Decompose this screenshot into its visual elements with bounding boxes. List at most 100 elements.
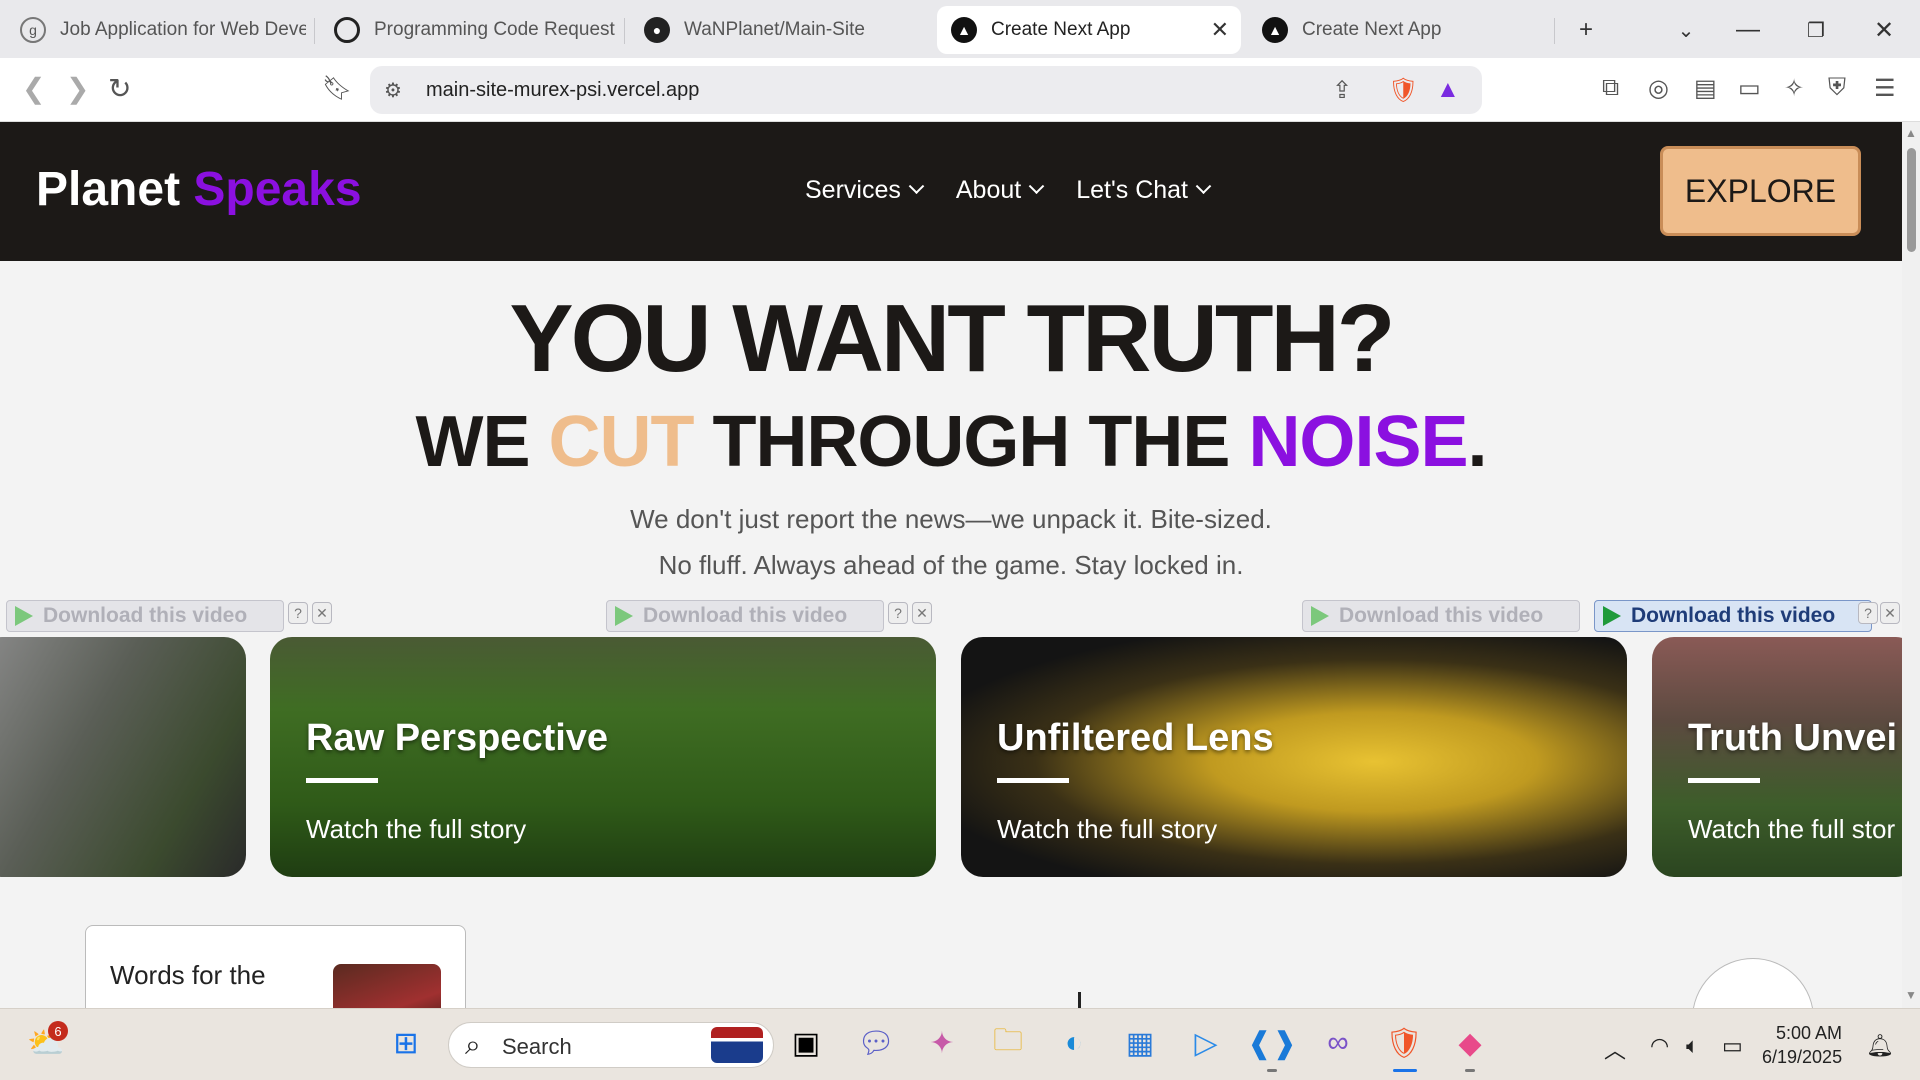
card-underline bbox=[1688, 778, 1760, 783]
media-player-icon[interactable]: ▷ bbox=[1186, 1023, 1226, 1063]
sparkle-icon[interactable]: ✧ bbox=[1784, 74, 1804, 103]
video-card-raw-perspective[interactable]: Raw Perspective Watch the full story bbox=[270, 637, 936, 877]
tab-title: Create Next App bbox=[1302, 19, 1442, 40]
video-card-unfiltered-lens[interactable]: Unfiltered Lens Watch the full story bbox=[961, 637, 1627, 877]
download-help-icon[interactable]: ? bbox=[888, 602, 908, 624]
search-label: Search bbox=[502, 1034, 572, 1059]
brave-browser-icon[interactable]: 🛡︎ bbox=[1384, 1023, 1424, 1063]
notification-bell-icon[interactable]: 🔔︎ bbox=[1866, 1033, 1894, 1059]
restore-icon[interactable]: ❐ bbox=[1796, 8, 1836, 52]
gemini-icon: g bbox=[20, 17, 46, 43]
new-tab-icon[interactable]: + bbox=[1566, 8, 1606, 52]
menu-icon[interactable]: ☰ bbox=[1874, 74, 1896, 103]
nav-services[interactable]: Services bbox=[805, 176, 925, 205]
microsoft-store-icon[interactable]: ▦ bbox=[1120, 1023, 1160, 1063]
download-close-icon[interactable]: ✕ bbox=[312, 602, 332, 624]
download-video-bar[interactable]: Download this video bbox=[1302, 600, 1580, 632]
download-close-icon[interactable]: ✕ bbox=[912, 602, 932, 624]
video-card-partial-left[interactable] bbox=[0, 637, 246, 877]
scroll-thumb[interactable] bbox=[1907, 148, 1916, 252]
download-close-icon[interactable]: ✕ bbox=[1880, 602, 1900, 624]
sidebar-icon[interactable]: ▤ bbox=[1694, 74, 1717, 103]
bookmark-icon[interactable]: 🔖︎ bbox=[322, 72, 352, 106]
wifi-icon[interactable]: ◠ bbox=[1650, 1033, 1669, 1059]
extensions-icon[interactable]: ⧉ bbox=[1602, 74, 1619, 102]
card-title: Unfiltered Lens bbox=[997, 717, 1274, 759]
file-explorer-icon[interactable]: 🗀 bbox=[988, 1023, 1028, 1063]
show-hidden-icons-chevron-icon[interactable]: ︿ bbox=[1604, 1033, 1626, 1065]
tab-programming-code-request[interactable]: Programming Code Request bbox=[320, 6, 620, 54]
article-card[interactable]: Words for the bbox=[85, 925, 466, 1008]
logo-word-2: Speaks bbox=[193, 163, 362, 216]
download-help-icon[interactable]: ? bbox=[288, 602, 308, 624]
copilot-icon[interactable]: ✦ bbox=[922, 1023, 962, 1063]
colorful-app-icon[interactable]: ◆ bbox=[1450, 1023, 1490, 1063]
main-nav: Services About Let's Chat bbox=[805, 176, 1212, 205]
leo-ai-icon[interactable]: ◎ bbox=[1648, 74, 1669, 103]
hero-text: WE bbox=[415, 402, 549, 482]
play-icon bbox=[1311, 606, 1329, 626]
brave-shields-icon[interactable]: 🛡︎ bbox=[1388, 76, 1418, 105]
running-indicator bbox=[1465, 1069, 1475, 1072]
wallet-icon[interactable]: ▭ bbox=[1738, 74, 1761, 103]
site-settings-icon[interactable]: ⚙︎ bbox=[384, 78, 402, 103]
visual-studio-icon[interactable]: ∞ bbox=[1318, 1023, 1358, 1063]
vpn-icon[interactable]: ⛨ bbox=[1828, 74, 1846, 102]
hero-text: THROUGH THE bbox=[693, 402, 1249, 482]
brave-rewards-icon[interactable]: ▲ bbox=[1436, 76, 1460, 104]
windows-start-icon[interactable]: ⊞ bbox=[386, 1023, 426, 1063]
battery-icon[interactable]: ▭ bbox=[1722, 1033, 1743, 1059]
share-icon[interactable]: ⇪ bbox=[1332, 76, 1352, 105]
nav-about[interactable]: About bbox=[956, 176, 1045, 205]
download-help-icon[interactable]: ? bbox=[1858, 602, 1878, 624]
browser-tab-bar: g Job Application for Web Deve Programmi… bbox=[0, 0, 1920, 58]
download-label: Download this video bbox=[1631, 604, 1836, 627]
site-header: Planet Speaks Services About Let's Chat … bbox=[0, 122, 1902, 261]
scroll-down-arrow-icon[interactable]: ▼ bbox=[1905, 988, 1917, 1002]
vscode-icon[interactable]: ❰❱ bbox=[1247, 1023, 1297, 1063]
logo-word-1: Planet bbox=[36, 163, 181, 216]
url-text[interactable]: main-site-murex-psi.vercel.app bbox=[426, 79, 699, 102]
tab-github-main-site[interactable]: ● WaNPlanet/Main-Site bbox=[630, 6, 930, 54]
volume-icon[interactable]: 🔈︎ bbox=[1686, 1033, 1699, 1059]
nav-label: Let's Chat bbox=[1076, 176, 1188, 204]
weather-badge: 6 bbox=[48, 1021, 68, 1041]
tab-create-next-app-active[interactable]: ▲ Create Next App ✕ bbox=[937, 6, 1241, 54]
tab-title: Create Next App bbox=[991, 19, 1131, 40]
text-cursor-line bbox=[1078, 992, 1081, 1008]
card-subtitle[interactable]: Watch the full stor bbox=[1688, 814, 1895, 845]
close-window-icon[interactable]: ✕ bbox=[1864, 8, 1904, 52]
floating-action-button[interactable] bbox=[1692, 958, 1814, 1008]
forward-icon[interactable]: ❯ bbox=[66, 72, 89, 106]
back-icon[interactable]: ❮ bbox=[22, 72, 45, 106]
task-view-icon[interactable]: ▣ bbox=[786, 1023, 826, 1063]
reload-icon[interactable]: ↻ bbox=[108, 72, 131, 106]
card-subtitle[interactable]: Watch the full story bbox=[306, 814, 526, 845]
minimize-icon[interactable]: — bbox=[1728, 8, 1768, 52]
tab-divider bbox=[314, 18, 315, 44]
search-highlight-icon bbox=[711, 1027, 763, 1063]
taskbar-search[interactable]: ⌕ Search bbox=[448, 1022, 774, 1068]
scroll-up-arrow-icon[interactable]: ▲ bbox=[1905, 126, 1917, 140]
nav-label: Services bbox=[805, 176, 901, 204]
system-clock[interactable]: 5:00 AM 6/19/2025 bbox=[1762, 1021, 1842, 1069]
download-video-bar[interactable]: Download this video bbox=[606, 600, 884, 632]
teams-icon[interactable]: 💬︎ bbox=[856, 1023, 896, 1063]
explore-button[interactable]: EXPLORE bbox=[1660, 146, 1861, 236]
tab-job-application[interactable]: g Job Application for Web Deve bbox=[6, 6, 306, 54]
close-tab-icon[interactable]: ✕ bbox=[1211, 17, 1229, 43]
address-bar[interactable]: ⚙︎ main-site-murex-psi.vercel.app ⇪ 🛡︎ ▲ bbox=[370, 66, 1482, 114]
edge-icon[interactable]: ◐ bbox=[1054, 1023, 1094, 1063]
card-underline bbox=[997, 778, 1069, 783]
download-video-bar[interactable]: Download this video bbox=[6, 600, 284, 632]
tab-create-next-app[interactable]: ▲ Create Next App bbox=[1248, 6, 1548, 54]
nav-lets-chat[interactable]: Let's Chat bbox=[1076, 176, 1212, 205]
download-video-bar-active[interactable]: Download this video bbox=[1594, 600, 1872, 632]
hero-period: . bbox=[1467, 402, 1488, 482]
video-card-truth-unveiled[interactable]: Truth Unvei Watch the full stor bbox=[1652, 637, 1902, 877]
page-scrollbar[interactable]: ▲ ▼ bbox=[1902, 122, 1920, 1008]
tab-list-chevron-icon[interactable]: ⌄ bbox=[1666, 8, 1706, 52]
chevron-down-icon bbox=[1028, 178, 1045, 195]
card-subtitle[interactable]: Watch the full story bbox=[997, 814, 1217, 845]
site-logo[interactable]: Planet Speaks bbox=[36, 162, 362, 217]
